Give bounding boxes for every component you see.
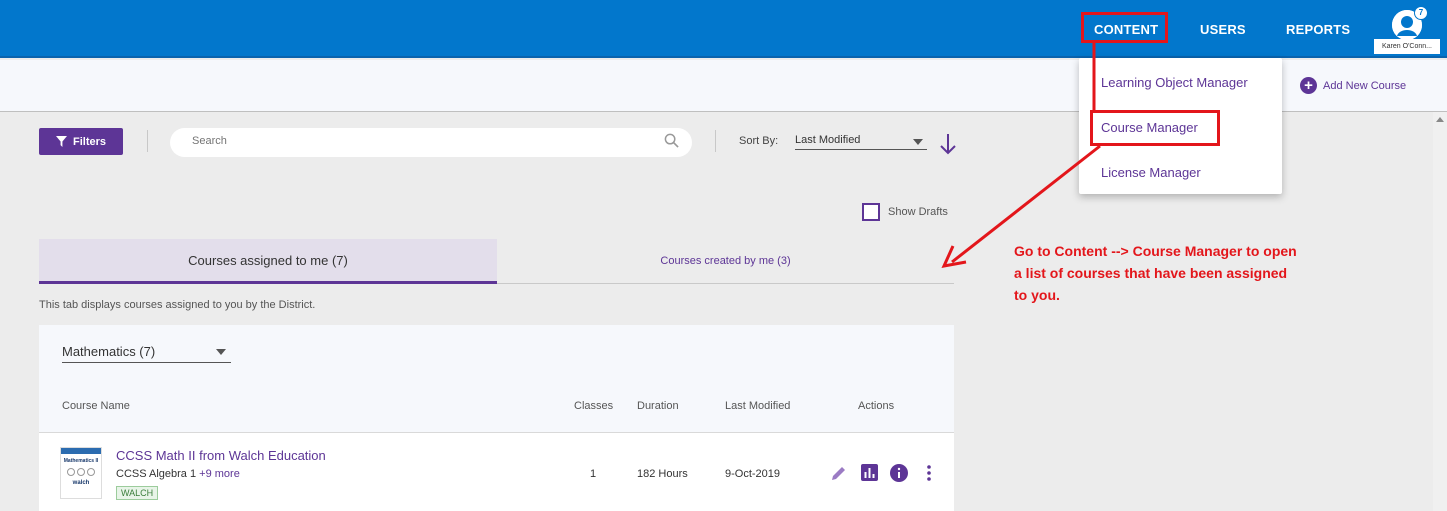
filters-button[interactable]: Filters: [39, 128, 123, 155]
sort-by-select[interactable]: Last Modified: [795, 130, 927, 150]
tab-courses-assigned-label: Courses assigned to me (7): [188, 252, 348, 268]
more-vertical-icon: [927, 465, 931, 481]
show-drafts-checkbox[interactable]: [862, 203, 880, 221]
info-icon: [890, 464, 908, 482]
last-modified-cell: 9-Oct-2019: [725, 468, 781, 480]
edit-button[interactable]: [830, 464, 848, 487]
tab-courses-created[interactable]: Courses created by me (3): [497, 239, 954, 284]
menu-item-license-manager[interactable]: License Manager: [1101, 165, 1201, 180]
tab-description: This tab displays courses assigned to yo…: [39, 299, 316, 311]
classes-cell: 1: [590, 468, 597, 480]
chevron-down-icon: [913, 139, 923, 145]
highlight-box-content: [1081, 12, 1168, 43]
column-header-classes: Classes: [574, 400, 614, 412]
course-standards: CCSS Algebra 1 +9 more: [116, 468, 240, 480]
user-name-label: Karen O'Conn...: [1374, 39, 1440, 54]
notification-badge: 7: [1414, 6, 1428, 20]
subject-select-value: Mathematics (7): [62, 344, 156, 359]
course-title-link[interactable]: CCSS Math II from Walch Education: [116, 448, 326, 463]
thumbnail-brand: walch: [72, 480, 90, 486]
chevron-down-icon: [216, 349, 226, 355]
course-thumbnail[interactable]: Mathematics II walch: [60, 447, 102, 499]
search-icon[interactable]: [664, 133, 679, 153]
scroll-up-arrow-icon[interactable]: [1436, 117, 1444, 122]
sort-by-value: Last Modified: [795, 134, 861, 146]
search-box: [170, 128, 692, 157]
report-button[interactable]: [861, 464, 878, 486]
sort-by-label: Sort By:: [739, 135, 779, 147]
publisher-tag: WALCH: [116, 486, 159, 500]
menu-item-learning-object-manager[interactable]: Learning Object Manager: [1101, 75, 1248, 90]
annotation-text: Go to Content --> Course Manager to open…: [1014, 243, 1297, 303]
highlight-box-course-manager: [1090, 110, 1220, 146]
add-new-course-button[interactable]: + Add New Course: [1300, 77, 1406, 94]
more-actions-button[interactable]: [924, 464, 934, 487]
show-drafts-toggle[interactable]: Show Drafts: [862, 203, 948, 221]
duration-cell: 182 Hours: [637, 468, 688, 480]
sort-direction-button[interactable]: [938, 132, 958, 161]
thumbnail-title: Mathematics II: [63, 458, 99, 464]
add-new-course-label: Add New Course: [1323, 79, 1407, 92]
subject-select[interactable]: Mathematics (7): [62, 342, 231, 363]
search-input[interactable]: [192, 135, 642, 147]
nav-reports[interactable]: REPORTS: [1286, 22, 1350, 37]
arrow-down-icon: [940, 134, 956, 155]
divider: [147, 130, 148, 152]
more-standards-link[interactable]: +9 more: [199, 468, 240, 480]
divider: [715, 130, 716, 152]
show-drafts-label: Show Drafts: [888, 206, 948, 218]
info-button[interactable]: [890, 464, 908, 487]
scrollbar[interactable]: [1433, 112, 1447, 511]
nav-users[interactable]: USERS: [1200, 22, 1246, 37]
column-header-last-modified: Last Modified: [725, 400, 791, 412]
column-header-duration: Duration: [637, 400, 679, 412]
pencil-icon: [832, 467, 845, 480]
column-header-course-name: Course Name: [62, 400, 130, 412]
funnel-icon: [55, 136, 67, 147]
filters-label: Filters: [72, 135, 106, 148]
tab-courses-assigned[interactable]: Courses assigned to me (7): [39, 239, 497, 284]
bar-chart-icon: [861, 464, 878, 481]
plus-circle-icon: +: [1300, 77, 1317, 94]
course-standard: CCSS Algebra 1: [116, 468, 197, 480]
tab-courses-created-label: Courses created by me (3): [660, 255, 791, 267]
column-header-actions: Actions: [858, 400, 895, 412]
